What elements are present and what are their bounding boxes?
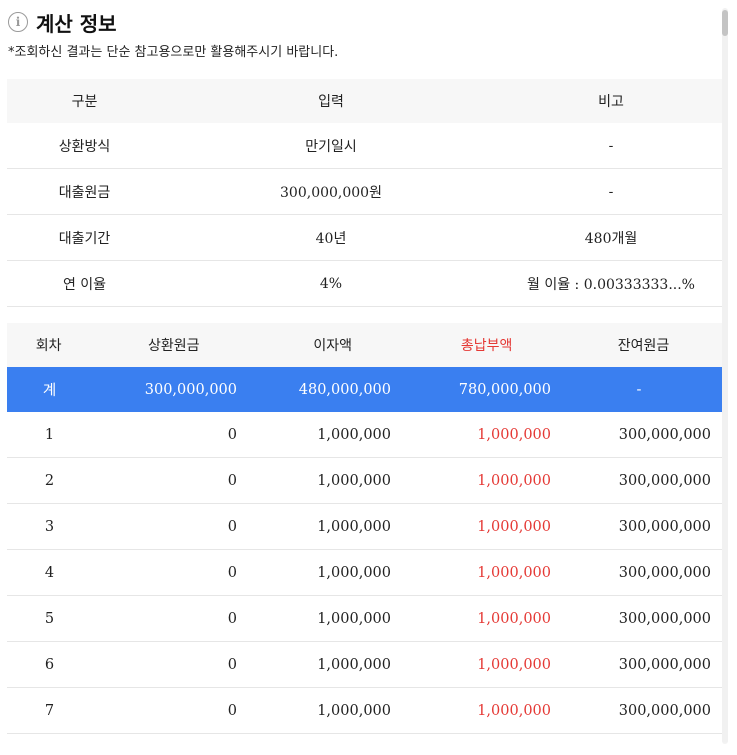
column-header: 상환원금: [147, 338, 200, 354]
cell: 1,000,000: [477, 472, 551, 489]
column-header: 비고: [598, 94, 624, 110]
cell: 0: [227, 472, 237, 489]
cell: 1,000,000: [317, 518, 391, 535]
cell: 0: [227, 656, 237, 673]
cell: 0: [227, 426, 237, 443]
cell: 300,000,000: [618, 564, 711, 581]
cell: 0: [227, 610, 237, 627]
table-row: 4 0 1,000,000 1,000,000 300,000,000: [7, 550, 722, 596]
row-label: 연 이율: [62, 276, 107, 293]
row-label: 대출기간: [58, 230, 111, 247]
loan-info-table: 구분 입력 비고 상환방식 만기일시 - 대출원금 300,000,000원 -…: [7, 79, 722, 307]
repayment-schedule-table: 회차 상환원금 이자액 총납부액 잔여원금 계 300,000,000 480,…: [7, 323, 722, 734]
table-row: 6 0 1,000,000 1,000,000 300,000,000: [7, 642, 722, 688]
cell: 1,000,000: [477, 518, 551, 535]
column-header: 회차: [35, 338, 62, 354]
cell: 300,000,000: [618, 426, 711, 443]
scrollbar-track[interactable]: [722, 8, 728, 744]
cell: 7: [44, 702, 55, 719]
cell: 1,000,000: [477, 702, 551, 719]
cell: 300,000,000: [618, 610, 711, 627]
cell: 1,000,000: [317, 564, 391, 581]
cell: 0: [227, 564, 237, 581]
table-row: 상환방식 만기일시 -: [7, 123, 722, 169]
cell: 6: [44, 656, 55, 673]
column-header: 총납부액: [460, 338, 513, 354]
column-header: 이자액: [313, 338, 352, 354]
page-title: 계산 정보: [36, 11, 117, 36]
cell: 0: [227, 702, 237, 719]
cell: 1,000,000: [317, 472, 391, 489]
section-header: i 계산 정보: [8, 8, 117, 36]
cell: 4: [44, 564, 55, 581]
table-header: 회차 상환원금 이자액 총납부액 잔여원금: [7, 323, 722, 367]
cell: -: [636, 381, 642, 398]
row-value: 만기일시: [305, 138, 357, 155]
cell: 300,000,000: [618, 656, 711, 673]
table-row: 7 0 1,000,000 1,000,000 300,000,000: [7, 688, 722, 734]
table-header: 구분 입력 비고: [7, 79, 722, 123]
disclaimer-notice: *조회하신 결과는 단순 참고용으로만 활용해주시기 바랍니다.: [8, 45, 339, 60]
cell: 0: [227, 518, 237, 535]
table-row: 1 0 1,000,000 1,000,000 300,000,000: [7, 412, 722, 458]
table-row: 대출기간 40년 480개월: [7, 215, 722, 261]
table-row: 2 0 1,000,000 1,000,000 300,000,000: [7, 458, 722, 504]
cell: 300,000,000: [618, 518, 711, 535]
cell: 300,000,000: [144, 381, 237, 398]
row-label: 대출원금: [58, 184, 111, 201]
row-note: 월 이율 : 0.00333333...%: [527, 276, 695, 293]
row-label: 상환방식: [58, 138, 111, 155]
column-header: 구분: [71, 94, 98, 110]
cell: 300,000,000: [618, 472, 711, 489]
table-row: 대출원금 300,000,000원 -: [7, 169, 722, 215]
cell: 480,000,000: [298, 381, 391, 398]
column-header: 입력: [318, 94, 344, 110]
table-row: 3 0 1,000,000 1,000,000 300,000,000: [7, 504, 722, 550]
cell: 780,000,000: [458, 381, 551, 398]
cell: 1,000,000: [317, 610, 391, 627]
cell: 1,000,000: [317, 656, 391, 673]
row-value: 300,000,000원: [280, 184, 382, 201]
cell: 1: [44, 426, 55, 443]
cell: 2: [44, 472, 55, 489]
cell: 1,000,000: [477, 656, 551, 673]
cell: 1,000,000: [477, 426, 551, 443]
table-row: 5 0 1,000,000 1,000,000 300,000,000: [7, 596, 722, 642]
row-value: 4%: [319, 275, 343, 292]
cell: 계: [42, 383, 57, 399]
cell: 1,000,000: [477, 564, 551, 581]
scrollbar-thumb[interactable]: [722, 10, 728, 36]
cell: 1,000,000: [477, 610, 551, 627]
cell: 1,000,000: [317, 702, 391, 719]
cell: 1,000,000: [317, 426, 391, 443]
row-note: -: [608, 137, 614, 154]
row-note: 480개월: [584, 230, 638, 247]
bottom-fade: [0, 742, 737, 755]
column-header: 잔여원금: [617, 338, 670, 354]
cell: 300,000,000: [618, 702, 711, 719]
table-row: 연 이율 4% 월 이율 : 0.00333333...%: [7, 261, 722, 307]
row-note: -: [608, 183, 614, 200]
cell: 3: [44, 518, 55, 535]
info-icon: i: [8, 12, 28, 32]
row-value: 40년: [315, 230, 347, 247]
cell: 5: [44, 610, 55, 627]
total-row: 계 300,000,000 480,000,000 780,000,000 -: [7, 367, 722, 412]
